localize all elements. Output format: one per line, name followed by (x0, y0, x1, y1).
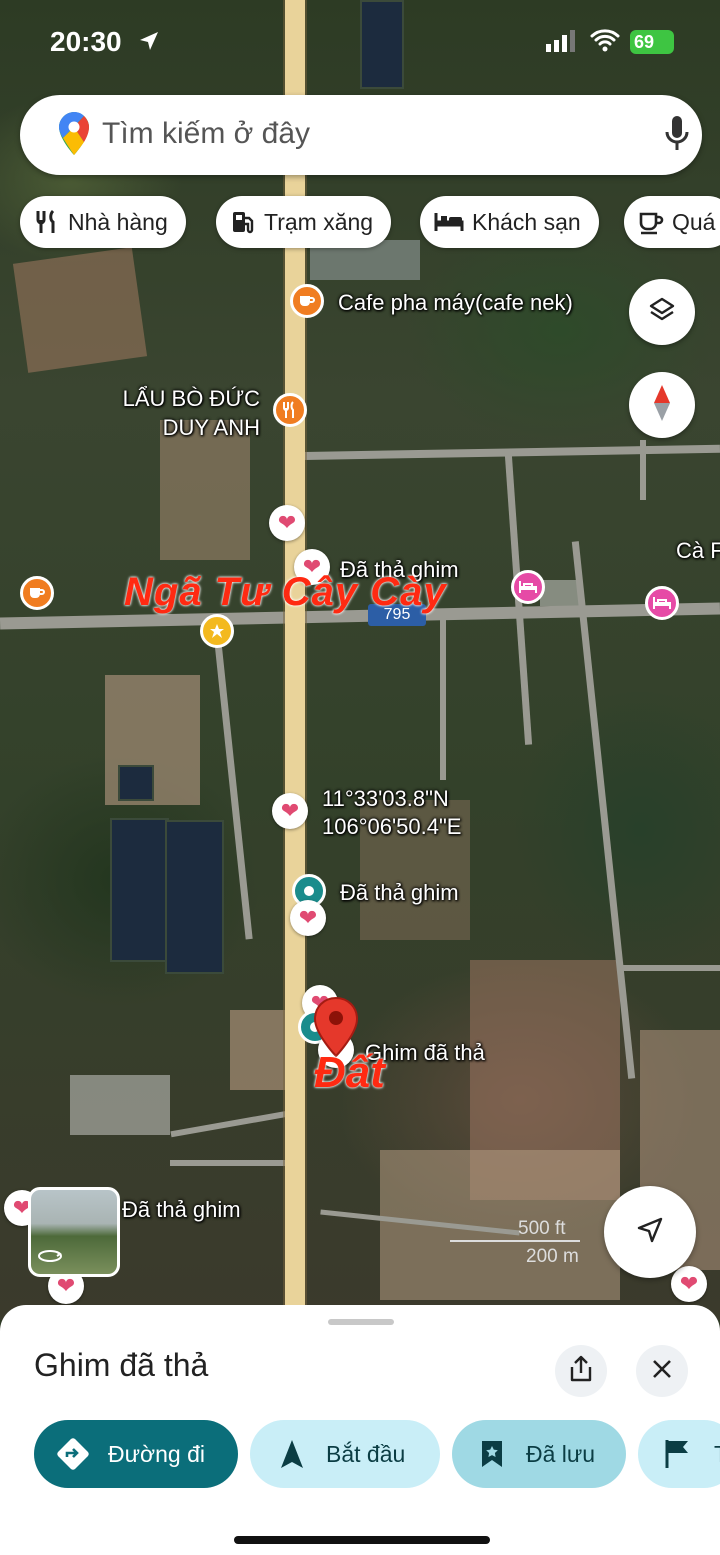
coordinates-label[interactable]: 11°33'03.8"N 106°06'50.4"E (322, 785, 461, 841)
wifi-icon (590, 28, 620, 57)
chip-label: Khách sạn (472, 208, 581, 235)
search-bar[interactable]: Tìm kiếm ở đây (20, 95, 702, 175)
overlay-intersection-label: Ngã Tư Cây Cày (124, 570, 447, 614)
home-indicator[interactable] (234, 1536, 490, 1544)
compass-icon (652, 384, 672, 426)
maps-logo-icon (58, 111, 90, 162)
layers-icon (647, 295, 677, 330)
map-pond (110, 818, 169, 962)
map-field (12, 247, 148, 373)
microphone-icon[interactable] (664, 115, 690, 158)
bottom-sheet: Ghim đã thả Đường đi Bắt đầu Đã lưu T (0, 1305, 720, 1555)
saved-heart-icon[interactable]: ❤ (269, 505, 305, 541)
poi-label-edge[interactable]: Cà F (676, 538, 720, 564)
chip-coffee[interactable]: Quá (624, 196, 720, 248)
coffee-icon (639, 212, 664, 235)
signal-icon (546, 30, 576, 57)
navigation-icon (280, 1439, 304, 1469)
start-button[interactable]: Bắt đầu (250, 1420, 440, 1488)
map-building (70, 1075, 170, 1135)
rotate-360-icon (37, 1249, 63, 1268)
directions-button[interactable]: Đường đi (34, 1420, 238, 1488)
sheet-title: Ghim đã thả (34, 1347, 209, 1383)
label-button[interactable]: T (638, 1420, 720, 1488)
saved-heart-icon[interactable]: ❤ (671, 1266, 707, 1302)
hotel-icon (434, 213, 464, 231)
map-road (620, 965, 720, 971)
chip-hotels[interactable]: Khách sạn (420, 196, 599, 248)
share-button[interactable] (555, 1345, 607, 1397)
my-location-button[interactable] (604, 1186, 696, 1278)
hotel-icon[interactable] (645, 586, 679, 620)
restaurant-icon (36, 209, 55, 233)
scale-meters: 200 m (526, 1246, 579, 1267)
location-arrow-icon (138, 30, 160, 57)
pin-label[interactable]: Đã thả ghim (122, 1197, 241, 1223)
cafe-icon[interactable] (290, 284, 324, 318)
battery-level: 69 (634, 32, 655, 52)
bookmark-icon (480, 1439, 504, 1469)
chip-restaurants[interactable]: Nhà hàng (20, 196, 186, 248)
flag-icon (664, 1438, 692, 1470)
map-road (170, 1108, 300, 1138)
battery-indicator: 69 (630, 30, 674, 54)
close-icon (652, 1359, 672, 1384)
map-scale: 500 ft 200 m (450, 1218, 580, 1268)
cafe-icon[interactable] (20, 576, 54, 610)
chip-label: Quá (672, 208, 716, 235)
poi-label-cafe[interactable]: Cafe pha máy(cafe nek) (338, 290, 573, 316)
map-road (440, 620, 446, 780)
overlay-land-label: Đất (314, 1048, 385, 1097)
map-road (304, 444, 720, 460)
status-bar: 20:30 69 (0, 0, 720, 80)
search-input[interactable]: Tìm kiếm ở đây (102, 117, 310, 151)
saved-button[interactable]: Đã lưu (452, 1420, 626, 1488)
gas-station-icon (233, 212, 254, 234)
longitude: 106°06'50.4"E (322, 814, 462, 839)
map-pond (118, 765, 154, 801)
saved-heart-icon[interactable]: ❤ (272, 793, 308, 829)
poi-label-restaurant[interactable]: LẨU BÒ ĐỨC DUY ANH (120, 384, 260, 442)
map-pond (165, 820, 224, 974)
directions-icon (56, 1437, 90, 1471)
map-road (640, 440, 646, 500)
chip-label: Trạm xăng (264, 208, 374, 235)
close-button[interactable] (636, 1345, 688, 1397)
navigation-arrow-icon (635, 1215, 665, 1250)
compass-button[interactable] (629, 372, 695, 438)
hotel-icon[interactable] (511, 570, 545, 604)
share-icon (569, 1355, 593, 1388)
directions-label: Đường đi (108, 1440, 205, 1467)
saved-label: Đã lưu (526, 1440, 596, 1467)
restaurant-icon[interactable] (273, 393, 307, 427)
drag-handle[interactable] (328, 1319, 394, 1325)
saved-heart-icon[interactable]: ❤ (290, 900, 326, 936)
status-time: 20:30 (50, 26, 122, 57)
label-label: T (714, 1441, 720, 1468)
pin-label[interactable]: Đã thả ghim (340, 880, 459, 906)
start-label: Bắt đầu (326, 1440, 406, 1467)
latitude: 11°33'03.8"N (322, 786, 449, 811)
map-road (170, 1160, 300, 1166)
street-view-thumbnail[interactable] (28, 1187, 120, 1277)
layers-button[interactable] (629, 279, 695, 345)
map-building (540, 580, 580, 606)
scale-feet: 500 ft (450, 1218, 580, 1242)
chip-gas-stations[interactable]: Trạm xăng (216, 196, 392, 248)
chip-label: Nhà hàng (68, 208, 168, 235)
star-icon[interactable] (200, 614, 234, 648)
